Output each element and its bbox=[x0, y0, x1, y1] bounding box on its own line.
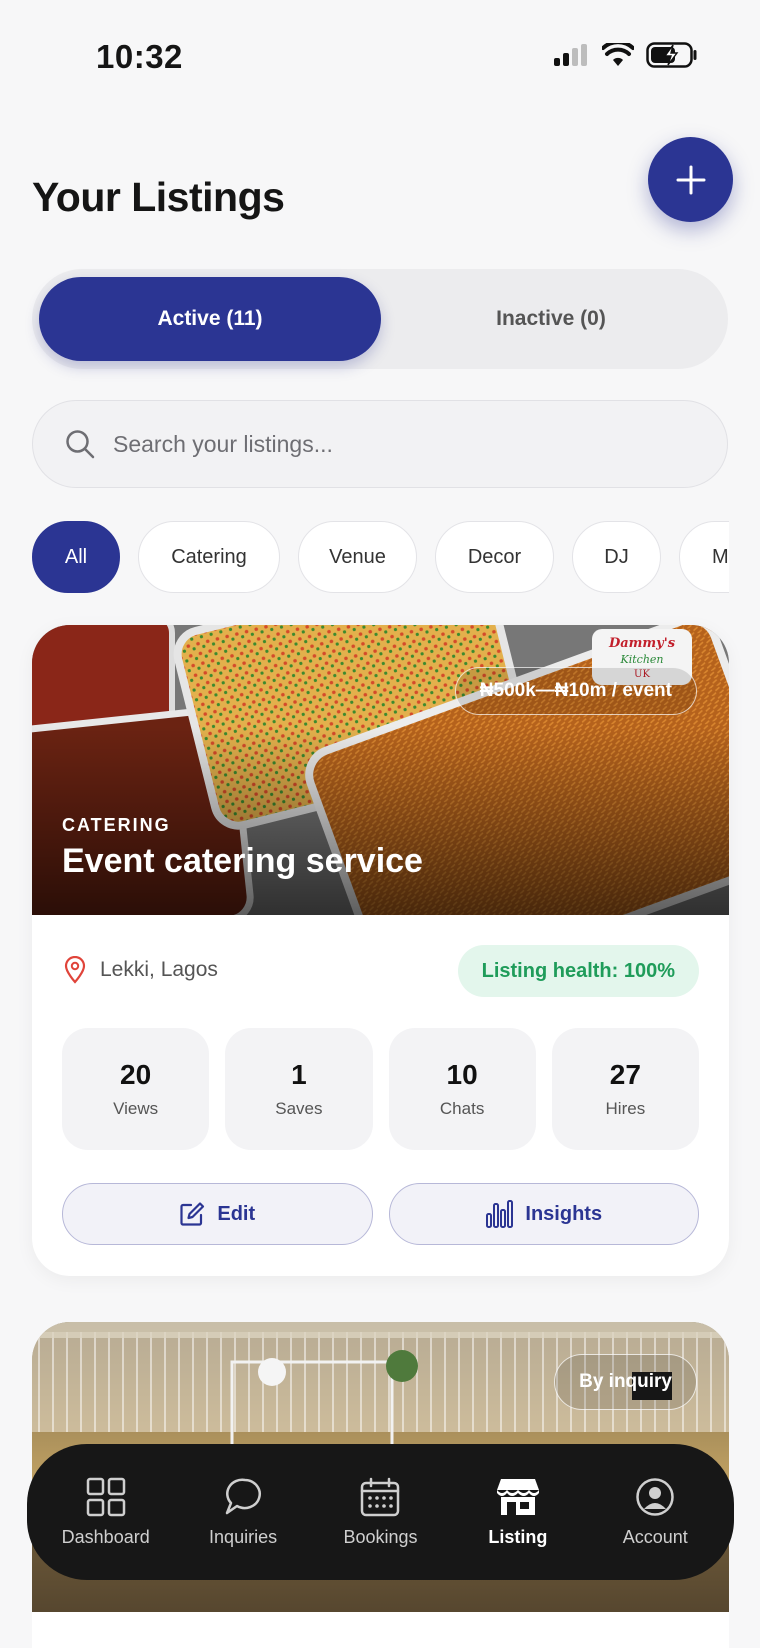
price-tag: ₦500k—₦10m / event bbox=[454, 667, 697, 715]
listing-image: Dammy's Kitchen UK ₦500k—₦10m / event CA… bbox=[32, 625, 729, 915]
svg-text:Kitchen: Kitchen bbox=[620, 653, 664, 666]
stat-label: Views bbox=[113, 1099, 159, 1118]
stat-label: Saves bbox=[275, 1099, 323, 1118]
edit-label: Edit bbox=[217, 1202, 256, 1225]
wifi-icon bbox=[602, 43, 634, 66]
category-filters: All Catering Venue Decor DJ MC bbox=[32, 521, 729, 593]
listing-title: Event catering service bbox=[62, 842, 423, 880]
insights-label: Insights bbox=[525, 1202, 603, 1225]
price-tag: By inquiry bbox=[554, 1354, 697, 1410]
nav-label: Inquiries bbox=[209, 1526, 278, 1547]
battery-icon bbox=[646, 42, 697, 68]
calendar-icon bbox=[361, 1477, 400, 1516]
bar-chart-icon bbox=[486, 1200, 514, 1228]
filter-chip-catering[interactable]: Catering bbox=[138, 521, 280, 593]
nav-label: Dashboard bbox=[61, 1526, 150, 1547]
listing-card[interactable]: Dammy's Kitchen UK ₦500k—₦10m / event CA… bbox=[32, 625, 729, 1276]
store-icon bbox=[496, 1478, 539, 1515]
stat-label: Chats bbox=[439, 1099, 485, 1118]
search-bar[interactable] bbox=[32, 400, 728, 488]
stat-label: Hires bbox=[605, 1099, 646, 1118]
stat-hires: 27 Hires bbox=[551, 1028, 699, 1150]
plus-icon bbox=[676, 165, 705, 194]
user-icon bbox=[636, 1477, 674, 1516]
filter-chip-dj[interactable]: DJ bbox=[572, 521, 661, 593]
location-pin-icon bbox=[64, 956, 86, 984]
search-icon bbox=[66, 430, 95, 459]
chat-icon bbox=[225, 1478, 262, 1514]
nav-label: Listing bbox=[488, 1526, 548, 1547]
filter-chip-mc[interactable]: MC bbox=[679, 521, 729, 593]
stat-value: 27 bbox=[609, 1059, 641, 1090]
nav-item-dashboard[interactable]: Dashboard bbox=[41, 1477, 171, 1548]
stat-views: 20 Views bbox=[62, 1028, 210, 1150]
listing-category: CATERING bbox=[62, 815, 171, 835]
add-listing-button[interactable] bbox=[648, 137, 733, 222]
nav-item-account[interactable]: Account bbox=[590, 1477, 720, 1548]
listing-location: Lekki, Lagos bbox=[64, 956, 218, 984]
edit-button[interactable]: Edit bbox=[62, 1183, 373, 1245]
stat-saves: 1 Saves bbox=[225, 1028, 373, 1150]
nav-item-inquiries[interactable]: Inquiries bbox=[178, 1477, 308, 1548]
bottom-nav: Dashboard Inquiries Bookings Listing Acc… bbox=[27, 1444, 734, 1580]
insights-button[interactable]: Insights bbox=[388, 1183, 699, 1245]
search-input[interactable] bbox=[113, 430, 673, 458]
status-tabs: Active (11) Inactive (0) bbox=[32, 269, 728, 369]
nav-label: Account bbox=[622, 1526, 688, 1547]
status-bar: 10:32 bbox=[0, 0, 760, 110]
listing-health-badge: Listing health: 100% bbox=[457, 945, 699, 997]
location-text: Lekki, Lagos bbox=[100, 958, 218, 981]
listing-actions: Edit Insights bbox=[62, 1183, 699, 1245]
stat-value: 20 bbox=[120, 1059, 152, 1090]
nav-item-bookings[interactable]: Bookings bbox=[315, 1477, 445, 1548]
listing-stats: 20 Views 1 Saves 10 Chats 27 Hires bbox=[62, 1028, 699, 1150]
nav-item-listing[interactable]: Listing bbox=[453, 1477, 583, 1548]
tab-inactive[interactable]: Inactive (0) bbox=[381, 277, 721, 361]
stat-value: 10 bbox=[446, 1059, 478, 1090]
filter-chip-all[interactable]: All bbox=[32, 521, 120, 593]
grid-icon bbox=[86, 1477, 125, 1516]
page-title: Your Listings bbox=[32, 174, 285, 220]
filter-chip-decor[interactable]: Decor bbox=[435, 521, 554, 593]
filter-chip-venue[interactable]: Venue bbox=[298, 521, 417, 593]
svg-text:Dammy's: Dammy's bbox=[608, 636, 676, 651]
stat-chats: 10 Chats bbox=[388, 1028, 536, 1150]
status-time: 10:32 bbox=[96, 38, 183, 75]
stat-value: 1 bbox=[291, 1059, 307, 1090]
edit-icon bbox=[180, 1202, 205, 1226]
next-card-body bbox=[32, 1612, 729, 1648]
status-icons bbox=[554, 42, 698, 68]
signal-icon bbox=[554, 44, 587, 66]
nav-label: Bookings bbox=[343, 1526, 418, 1547]
tab-active[interactable]: Active (11) bbox=[39, 277, 381, 361]
page-header: Your Listings bbox=[32, 130, 733, 250]
